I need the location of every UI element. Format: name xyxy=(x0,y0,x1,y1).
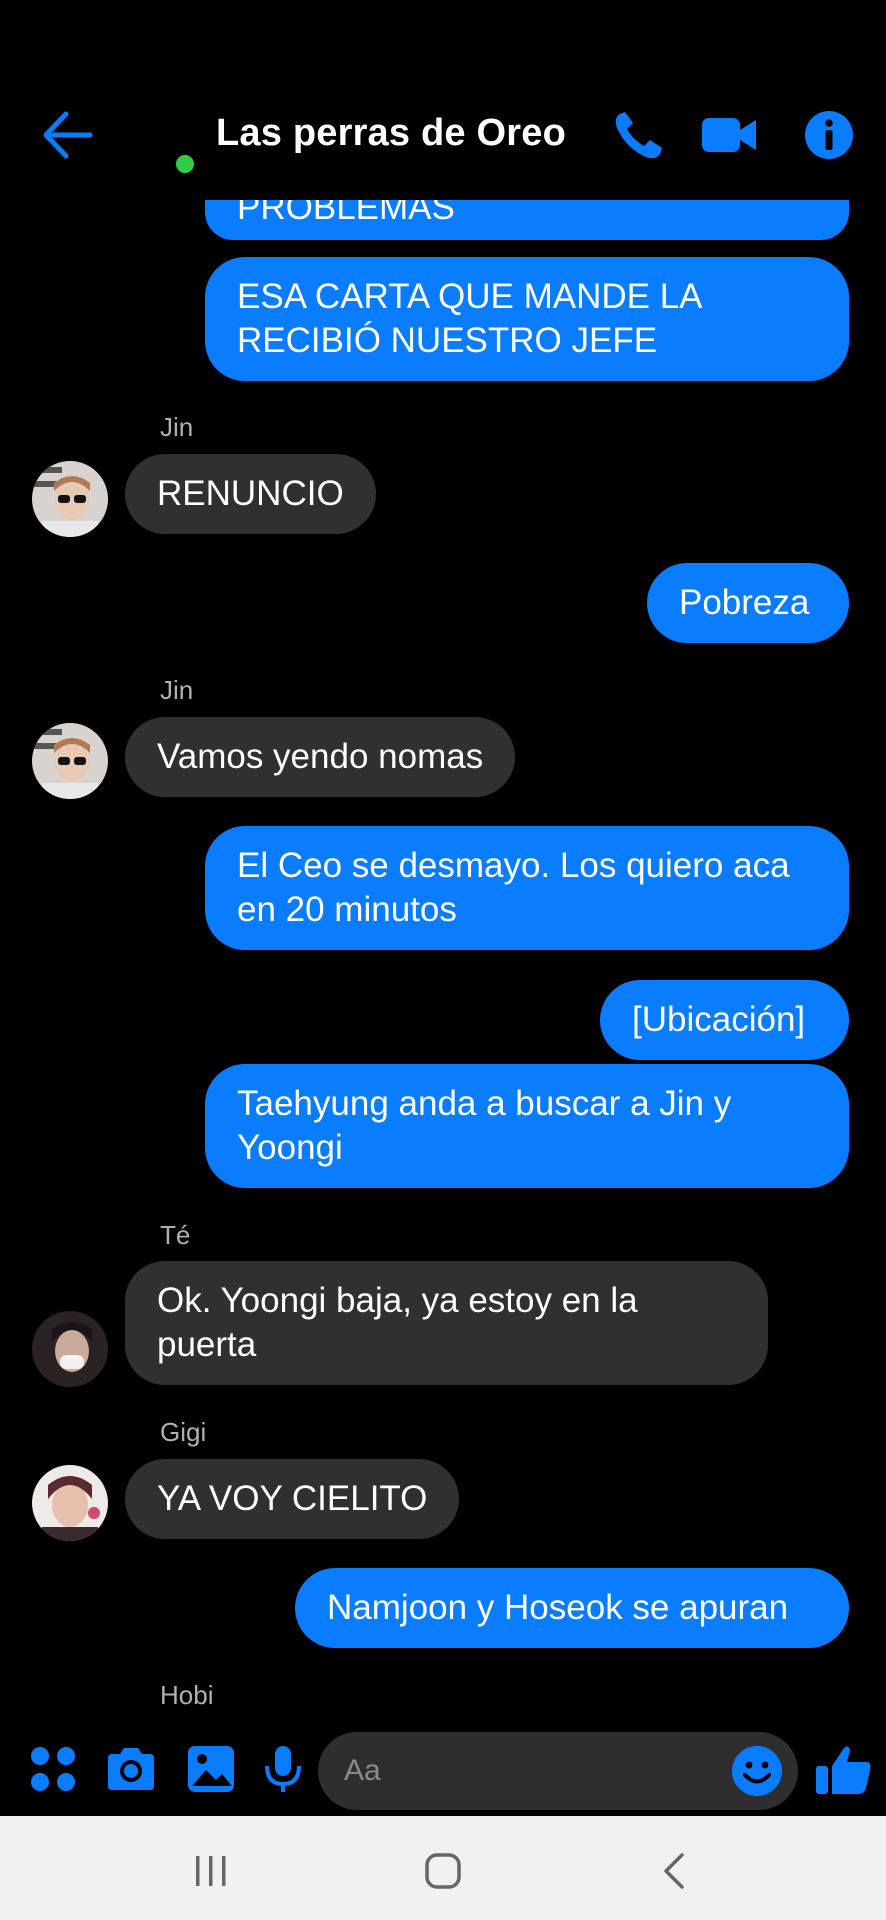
recents-icon[interactable] xyxy=(186,1846,236,1896)
message-bubble-outgoing[interactable]: Namjoon y Hoseok se apuran xyxy=(295,1568,849,1648)
arrow-left-icon[interactable] xyxy=(40,108,94,162)
avatar[interactable] xyxy=(32,723,108,799)
sender-name: Hobi xyxy=(160,1680,214,1710)
sender-name: Jin xyxy=(160,412,194,442)
home-icon[interactable] xyxy=(418,1846,468,1896)
microphone-icon[interactable] xyxy=(256,1742,310,1796)
avatar-photo xyxy=(32,723,108,799)
chat-title[interactable]: Las perras de Oreo xyxy=(216,112,566,155)
emoji-icon[interactable] xyxy=(730,1744,784,1798)
avatar-photo xyxy=(32,1465,108,1541)
message-bubble-incoming[interactable]: Vamos yendo nomas xyxy=(125,717,516,797)
video-camera-icon[interactable] xyxy=(700,108,758,162)
online-status-dot xyxy=(173,152,197,176)
back-icon[interactable] xyxy=(650,1846,700,1896)
sender-name: Té xyxy=(160,1220,191,1250)
message-input-placeholder: Aa xyxy=(344,1754,381,1787)
message-bubble-incoming[interactable]: Ok. Yoongi baja, ya estoy en la puerta xyxy=(125,1261,768,1385)
message-bubble-outgoing[interactable]: El Ceo se desmayo. Los quiero aca en 20 … xyxy=(205,826,849,950)
avatar[interactable] xyxy=(32,1465,108,1541)
message-input[interactable]: Aa xyxy=(318,1732,798,1810)
message-composer: Aa xyxy=(0,1720,886,1816)
avatar[interactable] xyxy=(32,1311,108,1387)
avatar-photo xyxy=(32,1311,108,1387)
apps-grid-icon[interactable] xyxy=(26,1742,80,1796)
message-bubble-outgoing[interactable]: ESA CARTA QUE MANDE LA RECIBIÓ NUESTRO J… xyxy=(205,257,849,381)
sender-name: Gigi xyxy=(160,1417,207,1447)
camera-icon[interactable] xyxy=(104,1742,158,1796)
avatar[interactable] xyxy=(32,461,108,537)
message-bubble-outgoing[interactable]: Pobreza xyxy=(647,563,849,643)
system-navigation-bar xyxy=(0,1816,886,1920)
message-bubble-incoming[interactable]: YA VOY CIELITO xyxy=(125,1459,460,1539)
phone-icon[interactable] xyxy=(610,108,668,162)
message-bubble-outgoing[interactable]: Taehyung anda a buscar a Jin y Yoongi xyxy=(205,1064,849,1188)
gallery-icon[interactable] xyxy=(184,1742,238,1796)
info-icon[interactable] xyxy=(800,108,858,162)
chat-header: Las perras de Oreo xyxy=(0,0,886,200)
message-bubble-incoming[interactable]: RENUNCIO xyxy=(125,454,376,534)
message-list[interactable]: PROBLEMAS ESA CARTA QUE MANDE LA RECIBIÓ… xyxy=(0,190,886,1720)
sender-name: Jin xyxy=(160,675,194,705)
avatar-photo xyxy=(32,461,108,537)
thumbs-up-icon[interactable] xyxy=(814,1742,874,1796)
location-message-bubble[interactable]: [Ubicación] xyxy=(600,980,849,1060)
